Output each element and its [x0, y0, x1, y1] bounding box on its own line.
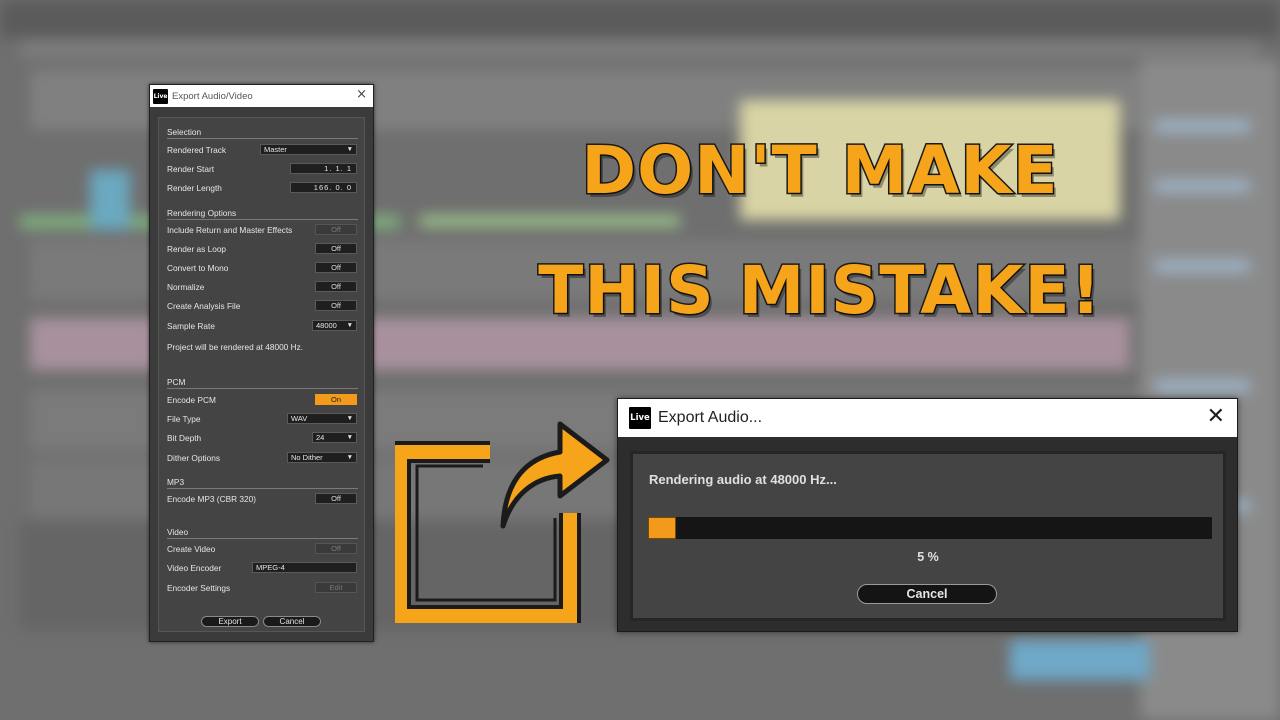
export-audio-video-dialog: Live Export Audio/Video × Selection Rend…	[149, 84, 374, 642]
chevron-down-icon: ▼	[346, 454, 353, 461]
divider	[167, 388, 358, 389]
section-heading-pcm: PCM	[167, 377, 186, 387]
bit-depth-value: 24	[316, 433, 325, 442]
render-status-text: Rendering audio at 48000 Hz...	[649, 472, 837, 487]
render-dialog-body: Rendering audio at 48000 Hz... 5 % Cance…	[630, 451, 1226, 621]
dither-options-label: Dither Options	[167, 453, 221, 463]
include-return-label: Include Return and Master Effects	[167, 225, 293, 235]
live-logo-icon: Live	[153, 88, 168, 104]
divider	[167, 538, 358, 539]
export-button[interactable]: Export	[201, 616, 259, 627]
export-share-icon	[395, 421, 610, 623]
video-encoder-label: Video Encoder	[167, 563, 222, 573]
sample-rate-dropdown[interactable]: 48000 ▼	[312, 320, 357, 331]
headline-line-2: THIS MISTAKE!	[537, 251, 1102, 331]
video-encoder-field[interactable]: MPEG-4	[252, 562, 357, 573]
cancel-render-button[interactable]: Cancel	[857, 584, 997, 604]
rendered-track-value: Master	[264, 145, 287, 154]
live-logo-icon: Live	[629, 407, 651, 429]
chevron-down-icon: ▼	[346, 434, 353, 441]
render-length-label: Render Length	[167, 183, 222, 193]
export-dialog-title: Export Audio/Video	[172, 90, 253, 102]
include-return-toggle[interactable]: Off	[315, 224, 357, 235]
file-type-label: File Type	[167, 414, 201, 424]
chevron-down-icon: ▼	[346, 415, 353, 422]
close-icon[interactable]: ×	[356, 87, 367, 102]
encoder-settings-label: Encoder Settings	[167, 583, 231, 593]
bit-depth-dropdown[interactable]: 24 ▼	[312, 432, 357, 443]
normalize-toggle[interactable]: Off	[315, 281, 357, 292]
encode-pcm-toggle[interactable]: On	[315, 394, 357, 405]
create-video-toggle[interactable]: Off	[315, 543, 357, 554]
render-progress-bar	[648, 517, 1212, 539]
render-start-field[interactable]: 1. 1. 1	[290, 163, 357, 174]
chevron-down-icon: ▼	[346, 322, 353, 329]
section-heading-selection: Selection	[167, 127, 202, 137]
rendered-track-dropdown[interactable]: Master ▼	[260, 144, 357, 155]
chevron-down-icon: ▼	[346, 146, 353, 153]
dither-options-value: No Dither	[291, 453, 323, 462]
create-video-label: Create Video	[167, 544, 216, 554]
section-heading-mp3: MP3	[167, 477, 185, 487]
analysis-file-label: Create Analysis File	[167, 301, 241, 311]
export-dialog-titlebar[interactable]: Live Export Audio/Video ×	[150, 85, 373, 107]
encode-mp3-label: Encode MP3 (CBR 320)	[167, 494, 257, 504]
render-start-label: Render Start	[167, 164, 215, 174]
divider	[167, 219, 358, 220]
render-loop-toggle[interactable]: Off	[315, 243, 357, 254]
bit-depth-label: Bit Depth	[167, 433, 202, 443]
normalize-label: Normalize	[167, 282, 205, 292]
divider	[167, 138, 358, 139]
headline-line-1: DON'T MAKE	[580, 131, 1059, 211]
section-heading-video: Video	[167, 527, 189, 537]
analysis-file-toggle[interactable]: Off	[315, 300, 357, 311]
dither-options-dropdown[interactable]: No Dither ▼	[287, 452, 357, 463]
section-heading-rendering-options: Rendering Options	[167, 208, 237, 218]
render-progress-percent: 5 %	[917, 550, 939, 564]
render-length-field[interactable]: 166. 0. 0	[290, 182, 357, 193]
convert-mono-toggle[interactable]: Off	[315, 262, 357, 273]
export-audio-progress-dialog: Live Export Audio... ✕ Rendering audio a…	[617, 398, 1238, 632]
render-progress-fill	[648, 517, 677, 539]
sample-rate-label: Sample Rate	[167, 321, 215, 331]
file-type-value: WAV	[291, 414, 308, 423]
render-info-text: Project will be rendered at 48000 Hz.	[167, 342, 304, 352]
convert-mono-label: Convert to Mono	[167, 263, 229, 273]
encoder-settings-button[interactable]: Edit	[315, 582, 357, 593]
file-type-dropdown[interactable]: WAV ▼	[287, 413, 357, 424]
divider	[167, 488, 358, 489]
sample-rate-value: 48000	[316, 321, 337, 330]
render-loop-label: Render as Loop	[167, 244, 227, 254]
rendered-track-label: Rendered Track	[167, 145, 227, 155]
encode-pcm-label: Encode PCM	[167, 395, 216, 405]
cancel-button[interactable]: Cancel	[263, 616, 321, 627]
export-dialog-body: Selection Rendered Track Master ▼ Render…	[158, 117, 365, 632]
encode-mp3-toggle[interactable]: Off	[315, 493, 357, 504]
close-icon[interactable]: ✕	[1207, 404, 1225, 429]
render-dialog-titlebar[interactable]: Live Export Audio... ✕	[618, 399, 1237, 437]
render-dialog-title: Export Audio...	[658, 409, 763, 426]
